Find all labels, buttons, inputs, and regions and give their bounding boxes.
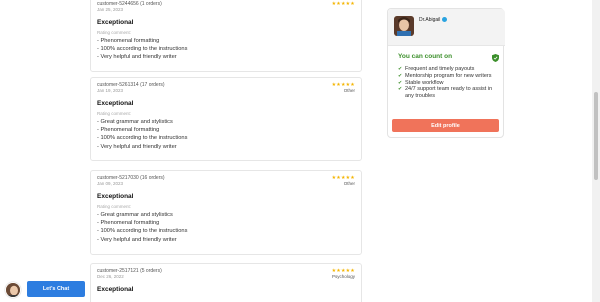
benefit-item: ✔ Frequent and timely payouts bbox=[398, 66, 502, 73]
benefit-text: Frequent and timely payouts bbox=[405, 66, 475, 72]
review-date: Dec 26, 2022 bbox=[97, 274, 124, 279]
comment-line: - Phenomenal formatting bbox=[97, 127, 160, 134]
review-title: Exceptional bbox=[97, 100, 134, 107]
review-date: Jan 09, 2023 bbox=[97, 181, 124, 186]
benefit-item: ✔ Mentorship program for new writers bbox=[398, 73, 502, 80]
benefit-item: ✔ Stable workflow bbox=[398, 80, 502, 87]
check-icon: ✔ bbox=[398, 86, 403, 93]
review-title: Exceptional bbox=[97, 193, 134, 200]
rating-comment-label: Rating comment: bbox=[97, 111, 132, 116]
comment-line: - Very helpful and friendly writer bbox=[97, 54, 177, 61]
writer-name-text: Dr.Abigail bbox=[419, 17, 441, 23]
benefit-item: ✔ 24/7 support team ready to assist in an… bbox=[398, 86, 502, 100]
profile-header: Dr.Abigail bbox=[388, 9, 505, 46]
comment-line: - 100% according to the instructions bbox=[97, 46, 188, 53]
comment-line: - Very helpful and friendly writer bbox=[97, 236, 177, 243]
check-icon: ✔ bbox=[398, 72, 403, 79]
lets-chat-button[interactable]: Let's Chat bbox=[27, 281, 85, 297]
comment-line: - Phenomenal formatting bbox=[97, 38, 160, 44]
review-meta: customer-5261314 (17 orders) Jan 19, 202… bbox=[97, 82, 355, 94]
review-title: Exceptional bbox=[97, 286, 134, 293]
comment-line: - 100% according to the instructions bbox=[97, 135, 188, 142]
benefit-text: 24/7 support team ready to assist in any… bbox=[405, 86, 493, 100]
review-subject: Other bbox=[343, 88, 355, 93]
shield-icon bbox=[492, 54, 499, 62]
count-on-title: You can count on bbox=[398, 53, 453, 60]
review-meta: customer-2517121 (5 orders) Dec 26, 2022… bbox=[97, 268, 355, 280]
review-date: Jan 19, 2023 bbox=[97, 88, 124, 93]
writer-profile-card: Dr.Abigail You can count on ✔ Frequent an… bbox=[387, 8, 505, 138]
star-rating: ★★★★★ bbox=[331, 1, 355, 7]
review-card: customer-2517121 (5 orders) Dec 26, 2022… bbox=[90, 263, 362, 302]
comment-line: - 100% according to the instructions bbox=[97, 228, 188, 235]
review-title: Exceptional bbox=[97, 19, 134, 26]
writer-name: Dr.Abigail bbox=[419, 17, 448, 23]
review-subject: Other bbox=[343, 181, 355, 186]
rating-comment-label: Rating comment: bbox=[97, 30, 132, 35]
check-icon: ✔ bbox=[398, 66, 403, 72]
review-date: Jan 25, 2023 bbox=[97, 7, 124, 12]
benefits-list: ✔ Frequent and timely payouts ✔ Mentorship… bbox=[398, 66, 502, 100]
benefit-text: Mentorship program for new writers bbox=[405, 72, 492, 79]
scrollbar-thumb[interactable] bbox=[594, 92, 598, 180]
edit-profile-button[interactable]: Edit profile bbox=[392, 119, 499, 132]
review-subject: Psychology bbox=[331, 274, 355, 279]
comment-line: - Very helpful and friendly writer bbox=[97, 143, 177, 150]
comment-line: - Great grammar and stylistics bbox=[97, 212, 173, 218]
review-card: customer-5261314 (17 orders) Jan 19, 202… bbox=[90, 77, 362, 161]
rating-comment-label: Rating comment: bbox=[97, 204, 132, 209]
comment-line: - Phenomenal formatting bbox=[97, 220, 160, 227]
review-card: customer-5244656 (1 orders) Jan 25, 2023… bbox=[90, 0, 362, 72]
avatar bbox=[394, 16, 414, 36]
chat-avatar[interactable] bbox=[5, 282, 21, 298]
comment-line: - Great grammar and stylistics bbox=[97, 119, 173, 125]
review-meta: customer-5217030 (16 orders) Jan 09, 202… bbox=[97, 175, 355, 187]
review-card: customer-5217030 (16 orders) Jan 09, 202… bbox=[90, 170, 362, 255]
chat-widget: Let's Chat bbox=[5, 280, 85, 298]
benefit-text: Stable workflow bbox=[405, 79, 444, 86]
review-meta: customer-5244656 (1 orders) Jan 25, 2023… bbox=[97, 1, 355, 13]
page: customer-5244656 (1 orders) Jan 25, 2023… bbox=[0, 0, 600, 302]
check-icon: ✔ bbox=[398, 79, 403, 86]
verified-icon bbox=[442, 17, 448, 23]
